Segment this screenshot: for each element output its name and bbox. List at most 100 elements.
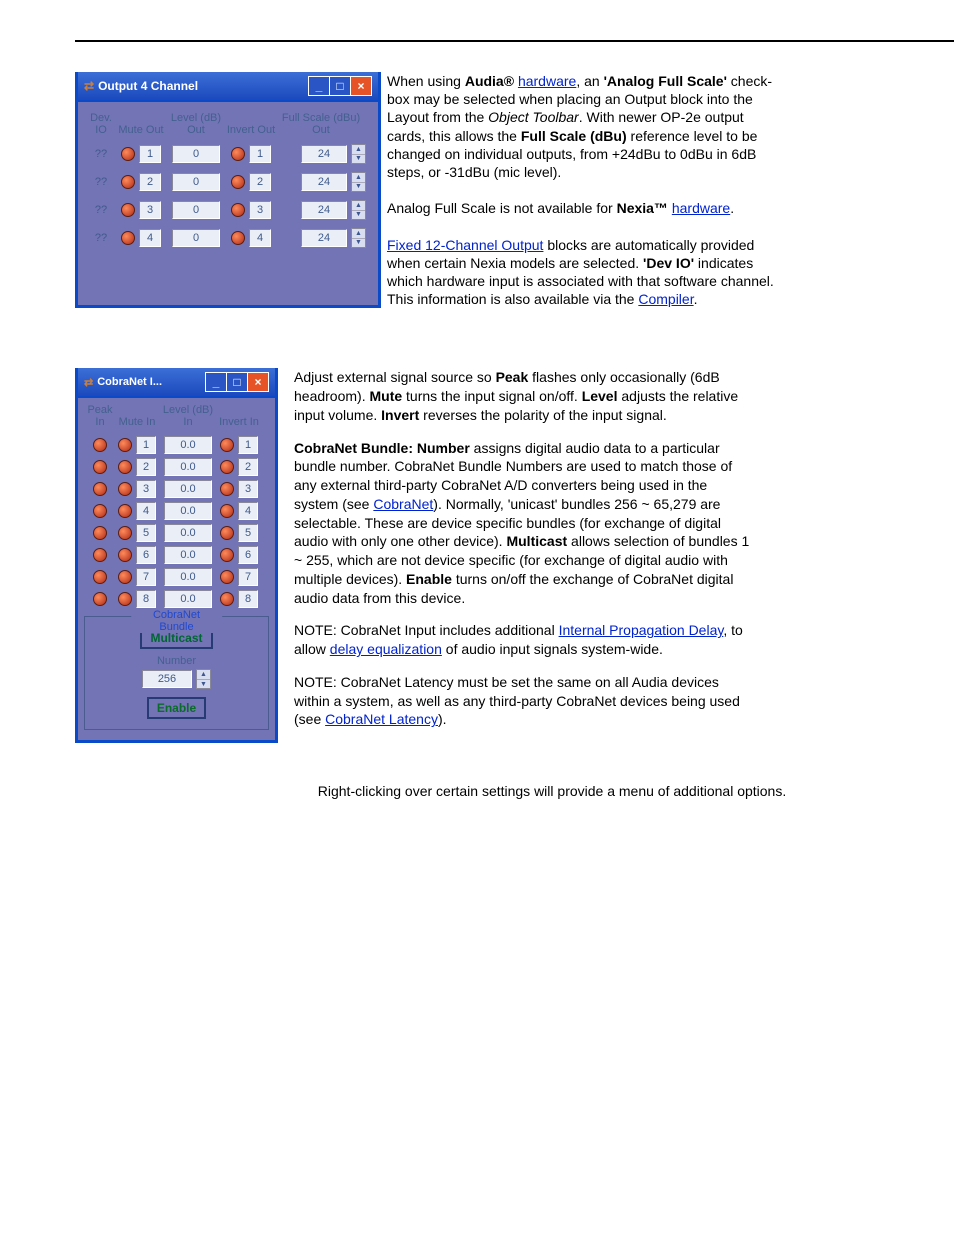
channel-label: 1 <box>136 436 156 454</box>
bundle-number-field[interactable]: 256 <box>142 670 192 688</box>
maximize-button[interactable]: □ <box>329 76 351 96</box>
level-field[interactable]: 0 <box>172 229 220 247</box>
invert-led[interactable] <box>231 231 245 245</box>
channel-label: 2 <box>238 458 258 476</box>
level-field[interactable]: 0.0 <box>164 590 212 608</box>
level-field[interactable]: 0 <box>172 145 220 163</box>
level-field[interactable]: 0.0 <box>164 524 212 542</box>
invert-led[interactable] <box>220 504 234 518</box>
channel-label: 8 <box>136 590 156 608</box>
channel-label: 3 <box>139 201 161 219</box>
dev-io: ?? <box>95 232 107 244</box>
close-button[interactable]: × <box>247 372 269 392</box>
mute-led[interactable] <box>118 482 132 496</box>
dev-io: ?? <box>95 204 107 216</box>
level-field[interactable]: 0.0 <box>164 546 212 564</box>
peak-led <box>93 548 107 562</box>
level-field[interactable]: 0.0 <box>164 568 212 586</box>
delay-equalization-link[interactable]: delay equalization <box>330 641 442 657</box>
arrows-icon: ⇄ <box>84 79 94 93</box>
fixed-output-link[interactable]: Fixed 12-Channel Output <box>387 237 543 253</box>
invert-led[interactable] <box>220 548 234 562</box>
channel-label: 5 <box>136 524 156 542</box>
invert-led[interactable] <box>220 570 234 584</box>
fs-spinner[interactable]: ▲▼ <box>351 144 366 164</box>
mute-led[interactable] <box>118 438 132 452</box>
mute-led[interactable] <box>118 548 132 562</box>
mute-led[interactable] <box>118 526 132 540</box>
window-title: Output 4 Channel <box>98 79 309 93</box>
hardware-link-2[interactable]: hardware <box>672 200 730 216</box>
invert-led[interactable] <box>231 203 245 217</box>
invert-led[interactable] <box>220 526 234 540</box>
cn-titlebar[interactable]: ⇄ CobraNet I... _ □ × <box>78 368 275 398</box>
channel-label: 7 <box>238 568 258 586</box>
mute-led[interactable] <box>121 147 135 161</box>
mute-led[interactable] <box>118 460 132 474</box>
maximize-button[interactable]: □ <box>226 372 248 392</box>
output-row: ??40424▲▼ <box>86 228 370 248</box>
level-field[interactable]: 0.0 <box>164 502 212 520</box>
cobranet-latency-link[interactable]: CobraNet Latency <box>325 711 438 727</box>
level-field[interactable]: 0 <box>172 201 220 219</box>
invert-led[interactable] <box>231 147 245 161</box>
mute-led[interactable] <box>118 504 132 518</box>
channel-label: 2 <box>249 173 271 191</box>
channel-label: 1 <box>238 436 258 454</box>
cobranet-link[interactable]: CobraNet <box>373 496 433 512</box>
channel-label: 3 <box>249 201 271 219</box>
channel-label: 1 <box>139 145 161 163</box>
arrows-icon: ⇄ <box>84 376 93 389</box>
bundle-frame: CobraNet Bundle Multicast Number 256 ▲▼ … <box>84 616 269 730</box>
output-row: ??30324▲▼ <box>86 200 370 220</box>
fullscale-field[interactable]: 24 <box>301 145 347 163</box>
peak-led <box>93 482 107 496</box>
fs-spinner[interactable]: ▲▼ <box>351 172 366 192</box>
close-button[interactable]: × <box>350 76 372 96</box>
hardware-link[interactable]: hardware <box>518 73 576 89</box>
mute-led[interactable] <box>121 231 135 245</box>
channel-label: 6 <box>238 546 258 564</box>
cn-row: 20.02 <box>84 458 269 476</box>
invert-led[interactable] <box>231 175 245 189</box>
channel-label: 4 <box>249 229 271 247</box>
invert-led[interactable] <box>220 592 234 606</box>
invert-led[interactable] <box>220 460 234 474</box>
channel-label: 4 <box>136 502 156 520</box>
level-field[interactable]: 0.0 <box>164 480 212 498</box>
number-spinner[interactable]: ▲▼ <box>196 669 211 689</box>
fullscale-field[interactable]: 24 <box>301 173 347 191</box>
channel-label: 5 <box>238 524 258 542</box>
fs-spinner[interactable]: ▲▼ <box>351 228 366 248</box>
cn-row: 50.05 <box>84 524 269 542</box>
internal-propagation-delay-link[interactable]: Internal Propagation Delay <box>559 622 724 638</box>
channel-label: 2 <box>136 458 156 476</box>
cobranet-window: ⇄ CobraNet I... _ □ × Peak In Mute In Le… <box>75 368 278 743</box>
level-field[interactable]: 0.0 <box>164 436 212 454</box>
peak-led <box>93 526 107 540</box>
cn-row: 70.07 <box>84 568 269 586</box>
output-row: ??10124▲▼ <box>86 144 370 164</box>
compiler-link[interactable]: Compiler <box>638 291 693 307</box>
channel-label: 2 <box>139 173 161 191</box>
cn-description: Adjust external signal source so Peak fl… <box>294 368 754 743</box>
invert-led[interactable] <box>220 438 234 452</box>
minimize-button[interactable]: _ <box>308 76 330 96</box>
peak-led <box>93 570 107 584</box>
cn-headers: Peak In Mute In Level (dB) In Invert In <box>84 404 269 428</box>
channel-label: 1 <box>249 145 271 163</box>
minimize-button[interactable]: _ <box>205 372 227 392</box>
enable-button[interactable]: Enable <box>147 697 206 719</box>
mute-led[interactable] <box>118 570 132 584</box>
mute-led[interactable] <box>121 203 135 217</box>
fullscale-field[interactable]: 24 <box>301 229 347 247</box>
channel-label: 3 <box>136 480 156 498</box>
level-field[interactable]: 0.0 <box>164 458 212 476</box>
level-field[interactable]: 0 <box>172 173 220 191</box>
fs-spinner[interactable]: ▲▼ <box>351 200 366 220</box>
invert-led[interactable] <box>220 482 234 496</box>
mute-led[interactable] <box>118 592 132 606</box>
fullscale-field[interactable]: 24 <box>301 201 347 219</box>
window-titlebar[interactable]: ⇄ Output 4 Channel _ □ × <box>78 72 378 102</box>
mute-led[interactable] <box>121 175 135 189</box>
